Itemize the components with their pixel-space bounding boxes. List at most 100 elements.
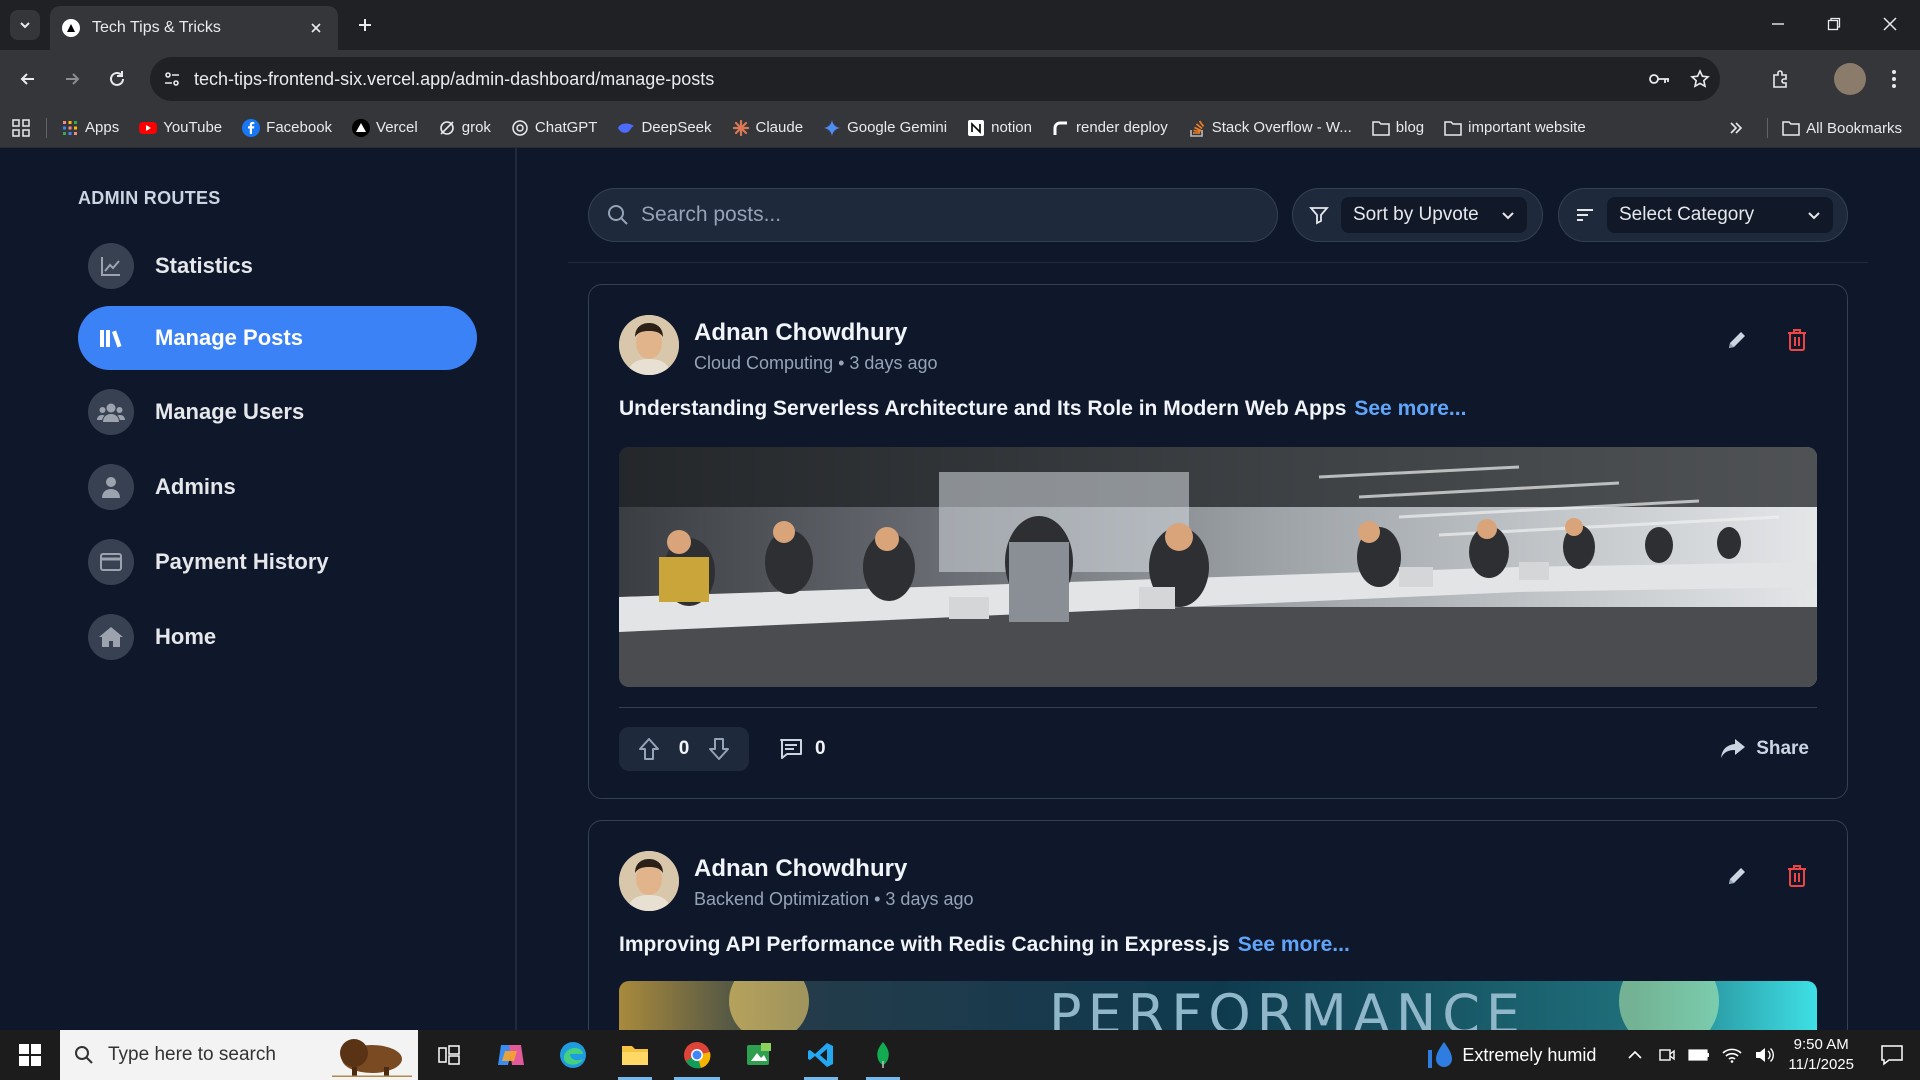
meet-now-icon[interactable] xyxy=(1658,1046,1676,1064)
taskbar-app-green[interactable] xyxy=(728,1030,790,1080)
post-image[interactable] xyxy=(619,447,1817,687)
chart-line-icon xyxy=(88,243,134,289)
all-bookmarks-label: All Bookmarks xyxy=(1806,119,1902,137)
all-bookmarks-button[interactable]: All Bookmarks xyxy=(1782,119,1902,137)
card-divider xyxy=(619,707,1817,708)
see-more-link[interactable]: See more... xyxy=(1354,397,1466,420)
restore-button[interactable] xyxy=(1814,8,1854,40)
author-avatar[interactable] xyxy=(619,851,679,911)
task-view-button[interactable] xyxy=(418,1030,480,1080)
admin-sidebar: ADMIN ROUTES Statistics Manage Posts Man… xyxy=(0,148,517,1030)
chevron-up-icon[interactable] xyxy=(1626,1046,1644,1064)
bookmark-label: Vercel xyxy=(376,119,418,136)
bookmark-folder-blog[interactable]: blog xyxy=(1372,119,1424,137)
sidebar-item-admins[interactable]: Admins xyxy=(78,455,477,519)
comment-button[interactable]: 0 xyxy=(779,727,826,771)
gemini-icon xyxy=(823,118,842,137)
post-category: Backend Optimization xyxy=(694,889,870,909)
address-bar[interactable]: tech-tips-frontend-six.vercel.app/admin-… xyxy=(150,57,1720,101)
bookmark-grok[interactable]: grok xyxy=(438,119,491,137)
sidebar-item-home[interactable]: Home xyxy=(78,605,477,669)
more-bookmarks-button[interactable] xyxy=(1727,119,1751,137)
taskbar-chrome[interactable] xyxy=(666,1030,728,1080)
extensions-button[interactable] xyxy=(1767,65,1795,93)
bookmark-chatgpt[interactable]: ChatGPT xyxy=(511,119,597,137)
downvote-arrow-icon[interactable] xyxy=(708,737,730,761)
bookmark-label: Stack Overflow - W... xyxy=(1211,119,1352,136)
post-image[interactable]: PERFORMANCE xyxy=(619,981,1817,1030)
taskbar-copilot[interactable] xyxy=(480,1030,542,1080)
reload-button[interactable] xyxy=(103,65,131,93)
password-key-icon[interactable] xyxy=(1640,57,1680,101)
share-button[interactable]: Share xyxy=(1720,727,1809,771)
sidebar-item-manage-posts[interactable]: Manage Posts xyxy=(78,306,477,370)
post-card: Adnan Chowdhury Backend Optimization • 3… xyxy=(588,820,1848,1030)
forward-button[interactable] xyxy=(58,65,86,93)
post-card: Adnan Chowdhury Cloud Computing • 3 days… xyxy=(588,284,1848,799)
home-icon xyxy=(88,614,134,660)
new-tab-button[interactable] xyxy=(352,12,378,38)
bookmark-vercel[interactable]: Vercel xyxy=(352,118,418,137)
close-tab-icon[interactable] xyxy=(306,18,326,38)
close-window-button[interactable] xyxy=(1870,8,1910,40)
taskbar-mongodb[interactable] xyxy=(852,1030,914,1080)
side-panel-grid-icon[interactable] xyxy=(12,118,30,137)
taskbar-edge[interactable] xyxy=(542,1030,604,1080)
bookmark-folder-important[interactable]: important website xyxy=(1444,119,1586,137)
category-select[interactable]: Select Category xyxy=(1607,197,1833,233)
bookmark-stackoverflow[interactable]: Stack Overflow - W... xyxy=(1188,119,1352,137)
books-icon xyxy=(88,315,134,361)
post-author-name[interactable]: Adnan Chowdhury xyxy=(694,319,907,347)
taskbar-vscode[interactable] xyxy=(790,1030,852,1080)
sort-select[interactable]: Sort by Upvote xyxy=(1341,197,1527,233)
delete-post-button[interactable] xyxy=(1782,861,1812,891)
edit-post-button[interactable] xyxy=(1722,325,1752,355)
minimize-button[interactable] xyxy=(1758,8,1798,40)
sidebar-item-statistics[interactable]: Statistics xyxy=(78,234,477,298)
taskbar-search-box[interactable]: Type here to search xyxy=(60,1030,418,1080)
notifications-icon[interactable] xyxy=(1880,1044,1904,1066)
start-button[interactable] xyxy=(0,1030,60,1080)
bookmark-claude[interactable]: Claude xyxy=(732,119,803,137)
delete-post-button[interactable] xyxy=(1782,325,1812,355)
bookmark-render[interactable]: render deploy xyxy=(1052,119,1168,137)
bookmark-apps[interactable]: Apps xyxy=(61,119,119,137)
taskbar-file-explorer[interactable] xyxy=(604,1030,666,1080)
upvote-arrow-icon[interactable] xyxy=(638,737,660,761)
site-info-icon[interactable] xyxy=(150,57,194,101)
browser-tab-active[interactable]: Tech Tips & Tricks xyxy=(50,6,338,50)
pencil-icon xyxy=(1729,868,1745,884)
edit-post-button[interactable] xyxy=(1722,861,1752,891)
bookmark-facebook[interactable]: Facebook xyxy=(242,118,332,137)
bookmark-label: grok xyxy=(461,119,491,136)
author-avatar[interactable] xyxy=(619,315,679,375)
meta-separator: • xyxy=(838,353,850,373)
sidebar-item-payment-history[interactable]: Payment History xyxy=(78,530,477,594)
tab-search-button[interactable] xyxy=(10,10,40,40)
post-meta: Backend Optimization • 3 days ago xyxy=(694,889,974,910)
post-meta: Cloud Computing • 3 days ago xyxy=(694,353,937,374)
volume-icon[interactable] xyxy=(1754,1046,1775,1064)
admin-dashboard-page: ADMIN ROUTES Statistics Manage Posts Man… xyxy=(0,148,1920,1030)
back-button[interactable] xyxy=(14,65,42,93)
post-author-name[interactable]: Adnan Chowdhury xyxy=(694,855,907,883)
bookmark-notion[interactable]: notion xyxy=(967,119,1032,137)
bookmark-deepseek[interactable]: DeepSeek xyxy=(617,119,712,137)
bison-widget-icon xyxy=(332,1039,412,1077)
taskbar-clock[interactable]: 9:50 AM 11/1/2025 xyxy=(1788,1035,1854,1075)
bookmark-star-icon[interactable] xyxy=(1680,57,1720,101)
share-label: Share xyxy=(1756,738,1809,759)
profile-avatar[interactable] xyxy=(1834,63,1866,95)
browser-menu-button[interactable] xyxy=(1880,65,1908,93)
wifi-icon[interactable] xyxy=(1722,1047,1742,1063)
see-more-link[interactable]: See more... xyxy=(1238,933,1350,956)
url-text[interactable]: tech-tips-frontend-six.vercel.app/admin-… xyxy=(194,69,1640,90)
edge-icon xyxy=(560,1042,586,1068)
search-input[interactable]: Search posts... xyxy=(588,188,1278,242)
weather-widget[interactable]: Extremely humid xyxy=(1428,1040,1596,1070)
bookmark-youtube[interactable]: YouTube xyxy=(139,119,222,137)
sidebar-item-manage-users[interactable]: Manage Users xyxy=(78,380,477,444)
battery-icon[interactable] xyxy=(1688,1048,1710,1062)
bookmark-label: YouTube xyxy=(163,119,223,136)
bookmark-gemini[interactable]: Google Gemini xyxy=(823,118,947,137)
